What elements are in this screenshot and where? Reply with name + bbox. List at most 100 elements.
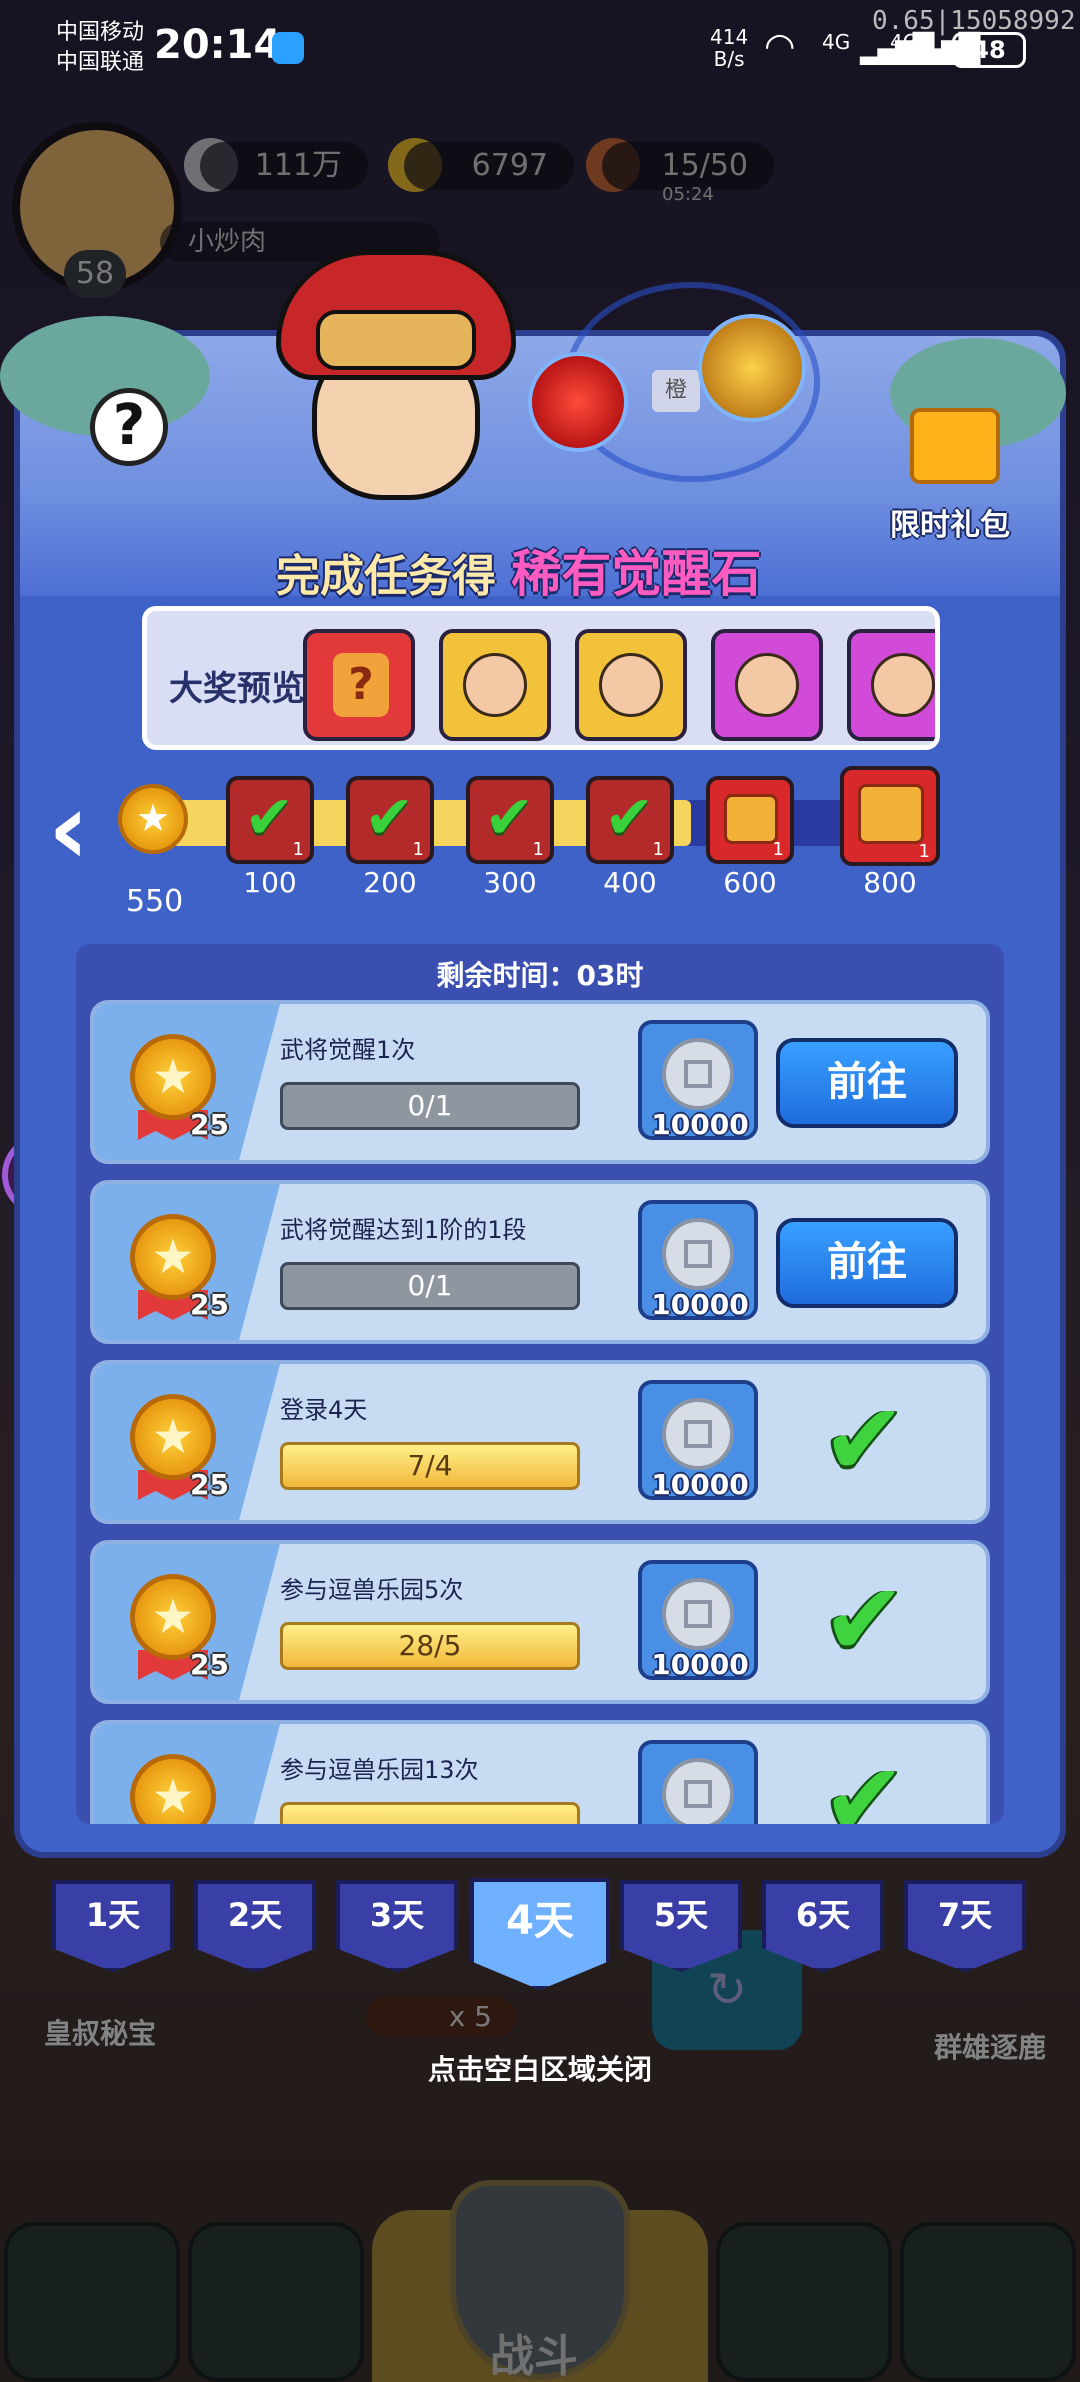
go-button[interactable]: 前往 bbox=[776, 1038, 958, 1128]
task-reward-amount: 10000 bbox=[651, 1108, 749, 1141]
coin-hole bbox=[684, 1240, 712, 1268]
go-button[interactable]: 前往 bbox=[776, 1218, 958, 1308]
task-reward[interactable]: 10000 bbox=[638, 1380, 758, 1501]
reward-preview: 大奖预览 ? bbox=[142, 606, 940, 750]
silver-coin-icon bbox=[662, 1038, 734, 1110]
milestone-chest-300[interactable]: ✔ 1 bbox=[466, 776, 554, 864]
milestone-count: 1 bbox=[918, 841, 930, 862]
task-progress-bar: 0/1 bbox=[280, 1262, 580, 1310]
red-awakening-stone-icon bbox=[528, 352, 628, 452]
task-row: ★ 25 武将觉醒达到1阶的1段 0/1 10000 前往 bbox=[90, 1180, 990, 1344]
close-hint[interactable]: 点击空白区域关闭 bbox=[0, 2048, 1080, 2088]
task-progress-bar bbox=[280, 1802, 580, 1824]
completed-check-icon: ✔ bbox=[822, 1741, 906, 1825]
milestone-label: 200 bbox=[363, 866, 417, 899]
task-title: 武将觉醒达到1阶的1段 bbox=[280, 1216, 527, 1244]
task-points: 25 bbox=[190, 1108, 229, 1141]
milestone-claimed-check-icon: ✔ bbox=[484, 783, 535, 853]
limited-gift-label[interactable]: 限时礼包 bbox=[890, 500, 1010, 544]
carrier-1: 中国移动 bbox=[56, 20, 145, 45]
puzzle-question-icon: ? bbox=[333, 653, 389, 717]
orange-tag: 橙 bbox=[652, 370, 700, 412]
task-reward-amount: 10000 bbox=[651, 1288, 749, 1321]
preview-item-hero-2[interactable] bbox=[575, 629, 687, 741]
silver-coin-icon bbox=[662, 1578, 734, 1650]
task-reward[interactable]: 10000 bbox=[638, 1200, 758, 1321]
hero-mask bbox=[316, 310, 476, 370]
task-reward[interactable]: 10000 bbox=[638, 1020, 758, 1141]
app-notification-icon bbox=[272, 32, 304, 64]
milestone-count: 1 bbox=[532, 839, 544, 860]
completed-check-icon: ✔ bbox=[822, 1561, 906, 1678]
clock: 20:14 bbox=[154, 22, 282, 68]
milestone-claimed-check-icon: ✔ bbox=[604, 783, 655, 853]
task-points: 25 bbox=[190, 1288, 229, 1321]
signal-1: 4G bbox=[822, 30, 851, 54]
headline-prefix: 完成任务得 bbox=[276, 551, 496, 602]
wifi-icon: ◠ bbox=[764, 26, 796, 67]
milestone-count: 1 bbox=[412, 839, 424, 860]
treasure-chest-icon bbox=[724, 794, 778, 844]
preview-item-hero-4[interactable] bbox=[847, 629, 935, 741]
preview-item-hero-1[interactable] bbox=[439, 629, 551, 741]
milestone-claimed-check-icon: ✔ bbox=[244, 783, 295, 853]
silver-coin-icon bbox=[662, 1218, 734, 1290]
milestone-chest-100[interactable]: ✔ 1 bbox=[226, 776, 314, 864]
score-star-icon: ★ bbox=[118, 784, 188, 854]
milestone-chest-400[interactable]: ✔ 1 bbox=[586, 776, 674, 864]
net-speed-unit: B/s bbox=[713, 47, 745, 71]
reward-preview-label: 大奖预览 bbox=[169, 669, 305, 709]
carrier-2: 中国联通 bbox=[56, 50, 145, 75]
big-treasure-chest-icon bbox=[858, 784, 924, 844]
task-row: ★ 25 登录4天 7/4 10000 ✔ bbox=[90, 1360, 990, 1524]
back-arrow-icon[interactable]: ‹ bbox=[48, 779, 108, 884]
task-progress-bar: 0/1 bbox=[280, 1082, 580, 1130]
limited-gift-button[interactable] bbox=[900, 388, 1010, 488]
current-score: 550 bbox=[126, 884, 184, 919]
task-title: 登录4天 bbox=[280, 1396, 368, 1424]
task-points: 25 bbox=[190, 1648, 229, 1681]
task-row: ★ 参与逗兽乐园13次 ✔ bbox=[90, 1720, 990, 1824]
milestone-count: 1 bbox=[652, 839, 664, 860]
coin-hole bbox=[684, 1060, 712, 1088]
preview-item-puzzle[interactable]: ? bbox=[303, 629, 415, 741]
gift-box-icon bbox=[910, 408, 1000, 484]
milestone-label: 600 bbox=[723, 866, 777, 899]
task-reward[interactable]: 10000 bbox=[638, 1560, 758, 1681]
net-speed-value: 414 bbox=[710, 25, 749, 49]
silver-coin-icon bbox=[662, 1398, 734, 1470]
net-speed: 414 B/s bbox=[710, 26, 748, 70]
coin-hole bbox=[684, 1420, 712, 1448]
milestone-label: 400 bbox=[603, 866, 657, 899]
milestone-count: 1 bbox=[772, 839, 784, 860]
hero-portrait-3 bbox=[735, 653, 799, 717]
headline-highlight: 稀有觉醒石 bbox=[511, 545, 762, 603]
completed-check-icon: ✔ bbox=[822, 1381, 906, 1498]
milestone-chest-200[interactable]: ✔ 1 bbox=[346, 776, 434, 864]
milestone-label: 100 bbox=[243, 866, 297, 899]
milestone-chest-800[interactable]: 1 bbox=[840, 766, 940, 866]
task-reward-amount: 10000 bbox=[651, 1648, 749, 1681]
panel-headline: 完成任务得 稀有觉醒石 bbox=[276, 534, 761, 606]
help-button[interactable]: ? bbox=[90, 388, 168, 466]
task-reward-amount: 10000 bbox=[651, 1468, 749, 1501]
hero-character bbox=[276, 250, 516, 500]
preview-item-hero-3[interactable] bbox=[711, 629, 823, 741]
gold-awakening-stone-icon bbox=[698, 314, 806, 422]
hero-portrait-1 bbox=[463, 653, 527, 717]
debug-overlay-text: 0.65|15058992 bbox=[872, 6, 1076, 36]
task-list-area[interactable]: 剩余时间：03时 ★ 25 武将觉醒1次 0/1 10000 前往 ★ 25 武… bbox=[76, 944, 1004, 1824]
battery-indicator: 48 bbox=[952, 32, 1026, 68]
coin-hole bbox=[684, 1600, 712, 1628]
carrier-labels: 中国移动 中国联通 bbox=[56, 18, 144, 78]
task-progress-bar: 28/5 bbox=[280, 1622, 580, 1670]
milestone-label: 300 bbox=[483, 866, 537, 899]
hero-portrait-2 bbox=[599, 653, 663, 717]
milestone-claimed-check-icon: ✔ bbox=[364, 783, 415, 853]
task-reward[interactable] bbox=[638, 1740, 758, 1824]
milestone-chest-600[interactable]: 1 bbox=[706, 776, 794, 864]
silver-coin-icon bbox=[662, 1758, 734, 1824]
remaining-time: 剩余时间：03时 bbox=[436, 959, 644, 992]
task-row: ★ 25 武将觉醒1次 0/1 10000 前往 bbox=[90, 1000, 990, 1164]
task-row: ★ 25 参与逗兽乐园5次 28/5 10000 ✔ bbox=[90, 1540, 990, 1704]
